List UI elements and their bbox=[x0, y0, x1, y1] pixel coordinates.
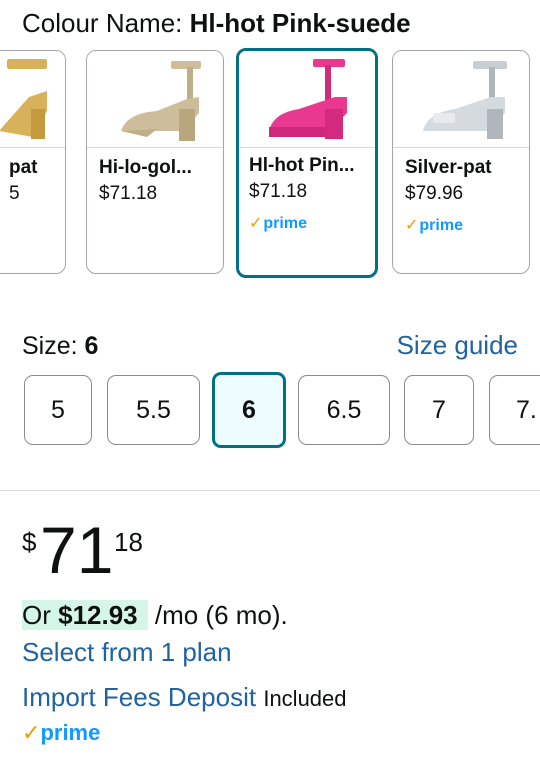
installment-amount: $12.93 bbox=[58, 600, 138, 630]
product-image bbox=[239, 51, 375, 148]
size-option-7[interactable]: 7 bbox=[404, 375, 474, 445]
prime-check-icon: ✓ bbox=[405, 217, 419, 234]
shoe-image bbox=[121, 61, 201, 141]
prime-check-icon: ✓ bbox=[249, 215, 263, 232]
size-options-row: 5 5.5 6 6.5 7 7. bbox=[0, 372, 540, 452]
divider bbox=[0, 490, 540, 491]
prime-badge: ✓prime bbox=[249, 213, 307, 233]
swatch-hot-pink-selected[interactable]: Hl-hot Pin... $71.18 ✓prime bbox=[236, 48, 378, 278]
shoe-image bbox=[0, 59, 47, 139]
size-option-6-selected[interactable]: 6 bbox=[212, 372, 286, 448]
price-symbol: $ bbox=[22, 527, 37, 557]
colour-swatch-row: pat 5 Hi-lo-gol... $71.18 Hl-hot Pin... … bbox=[0, 48, 540, 280]
import-fees: Import Fees Deposit Included bbox=[22, 682, 347, 713]
swatch-price: $71.18 bbox=[99, 183, 158, 204]
swatch-name: Silver-pat bbox=[405, 157, 492, 178]
size-option-7-5[interactable]: 7. bbox=[489, 375, 540, 445]
import-fees-included: Included bbox=[263, 686, 347, 711]
prime-label: prime bbox=[263, 215, 307, 232]
shoe-image bbox=[423, 61, 507, 139]
price-whole: 71 bbox=[40, 513, 114, 587]
installment-offer: Or $12.93 /mo (6 mo). bbox=[22, 600, 288, 631]
installment-prefix: Or bbox=[22, 600, 59, 630]
swatch-name: Hi-lo-gol... bbox=[99, 157, 192, 178]
swatch-gold-pat[interactable]: pat 5 bbox=[0, 50, 66, 274]
swatch-silver-pat[interactable]: Silver-pat $79.96 ✓prime bbox=[392, 50, 530, 274]
colour-label-prefix: Colour Name: bbox=[22, 8, 190, 38]
swatch-price: $71.18 bbox=[249, 181, 308, 202]
installment-highlight: Or $12.93 bbox=[22, 600, 148, 630]
prime-check-icon: ✓ bbox=[22, 720, 41, 745]
swatch-hi-lo-gold[interactable]: Hi-lo-gol... $71.18 bbox=[86, 50, 224, 274]
size-label: Size: 6 bbox=[22, 332, 98, 361]
size-option-5[interactable]: 5 bbox=[24, 375, 92, 445]
swatch-name: Hl-hot Pin... bbox=[249, 155, 355, 176]
prime-badge: ✓prime bbox=[405, 215, 463, 235]
prime-label: prime bbox=[419, 217, 463, 234]
size-value: 6 bbox=[84, 332, 99, 360]
shoe-image bbox=[269, 59, 347, 139]
swatch-price: $79.96 bbox=[405, 183, 464, 204]
prime-badge: ✓prime bbox=[22, 720, 100, 746]
swatch-name: pat bbox=[9, 157, 38, 178]
product-image bbox=[87, 51, 223, 148]
size-label-prefix: Size: bbox=[22, 332, 85, 360]
installment-suffix: /mo (6 mo). bbox=[147, 600, 288, 630]
colour-name-label: Colour Name: Hl-hot Pink-suede bbox=[22, 8, 411, 39]
select-plan-link[interactable]: Select from 1 plan bbox=[22, 637, 232, 668]
size-option-5-5[interactable]: 5.5 bbox=[107, 375, 200, 445]
product-image bbox=[0, 51, 65, 148]
prime-label: prime bbox=[40, 720, 101, 745]
size-guide-link[interactable]: Size guide bbox=[397, 330, 518, 361]
size-option-6-5[interactable]: 6.5 bbox=[298, 375, 390, 445]
product-image bbox=[393, 51, 529, 148]
colour-value: Hl-hot Pink-suede bbox=[189, 8, 411, 38]
swatch-price: 5 bbox=[9, 183, 20, 204]
price-fraction: 18 bbox=[114, 527, 143, 557]
import-fees-link[interactable]: Import Fees Deposit bbox=[22, 682, 256, 712]
